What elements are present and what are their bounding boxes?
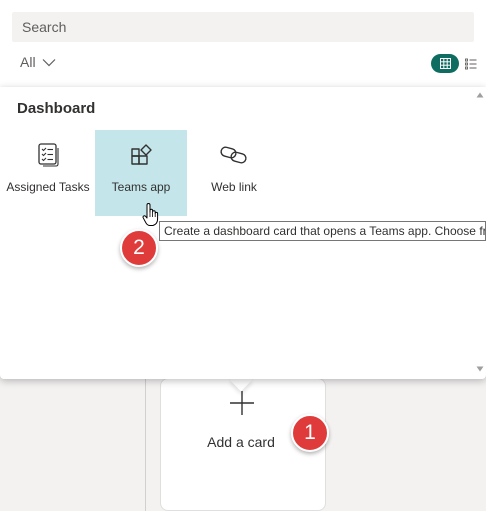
list-icon (465, 58, 477, 69)
scroll-up-arrow-icon[interactable] (476, 91, 484, 99)
column-divider (145, 378, 146, 511)
tile-web-link[interactable]: Web link (188, 130, 280, 216)
view-toggle (431, 54, 479, 73)
link-icon (220, 146, 247, 164)
plus-icon (230, 391, 254, 415)
tile-label: Assigned Tasks (6, 180, 90, 194)
tooltip: Create a dashboard card that opens a Tea… (159, 221, 486, 241)
add-card-label: Add a card (207, 434, 275, 450)
filter-dropdown[interactable]: All (20, 54, 56, 70)
task-list-icon (38, 143, 59, 167)
grid-icon (439, 58, 451, 69)
apps-add-icon (131, 144, 152, 165)
tile-assigned-tasks[interactable]: Assigned Tasks (2, 130, 94, 216)
hand-cursor-icon (142, 203, 159, 226)
chevron-down-icon (42, 58, 55, 66)
popup-title: Dashboard (17, 100, 96, 117)
step-badge-1: 1 (291, 414, 329, 452)
header-area: All (0, 0, 486, 90)
list-view-button[interactable] (463, 54, 479, 73)
tile-label: Teams app (111, 180, 171, 194)
scroll-down-arrow-icon[interactable] (476, 365, 484, 373)
search-box[interactable] (12, 12, 474, 42)
tile-teams-app[interactable]: Teams app (95, 130, 187, 216)
search-input[interactable] (20, 18, 466, 36)
grid-view-button[interactable] (431, 54, 459, 73)
step-badge-2: 2 (120, 229, 158, 267)
tile-label: Web link (211, 180, 257, 194)
filter-label: All (20, 54, 36, 70)
